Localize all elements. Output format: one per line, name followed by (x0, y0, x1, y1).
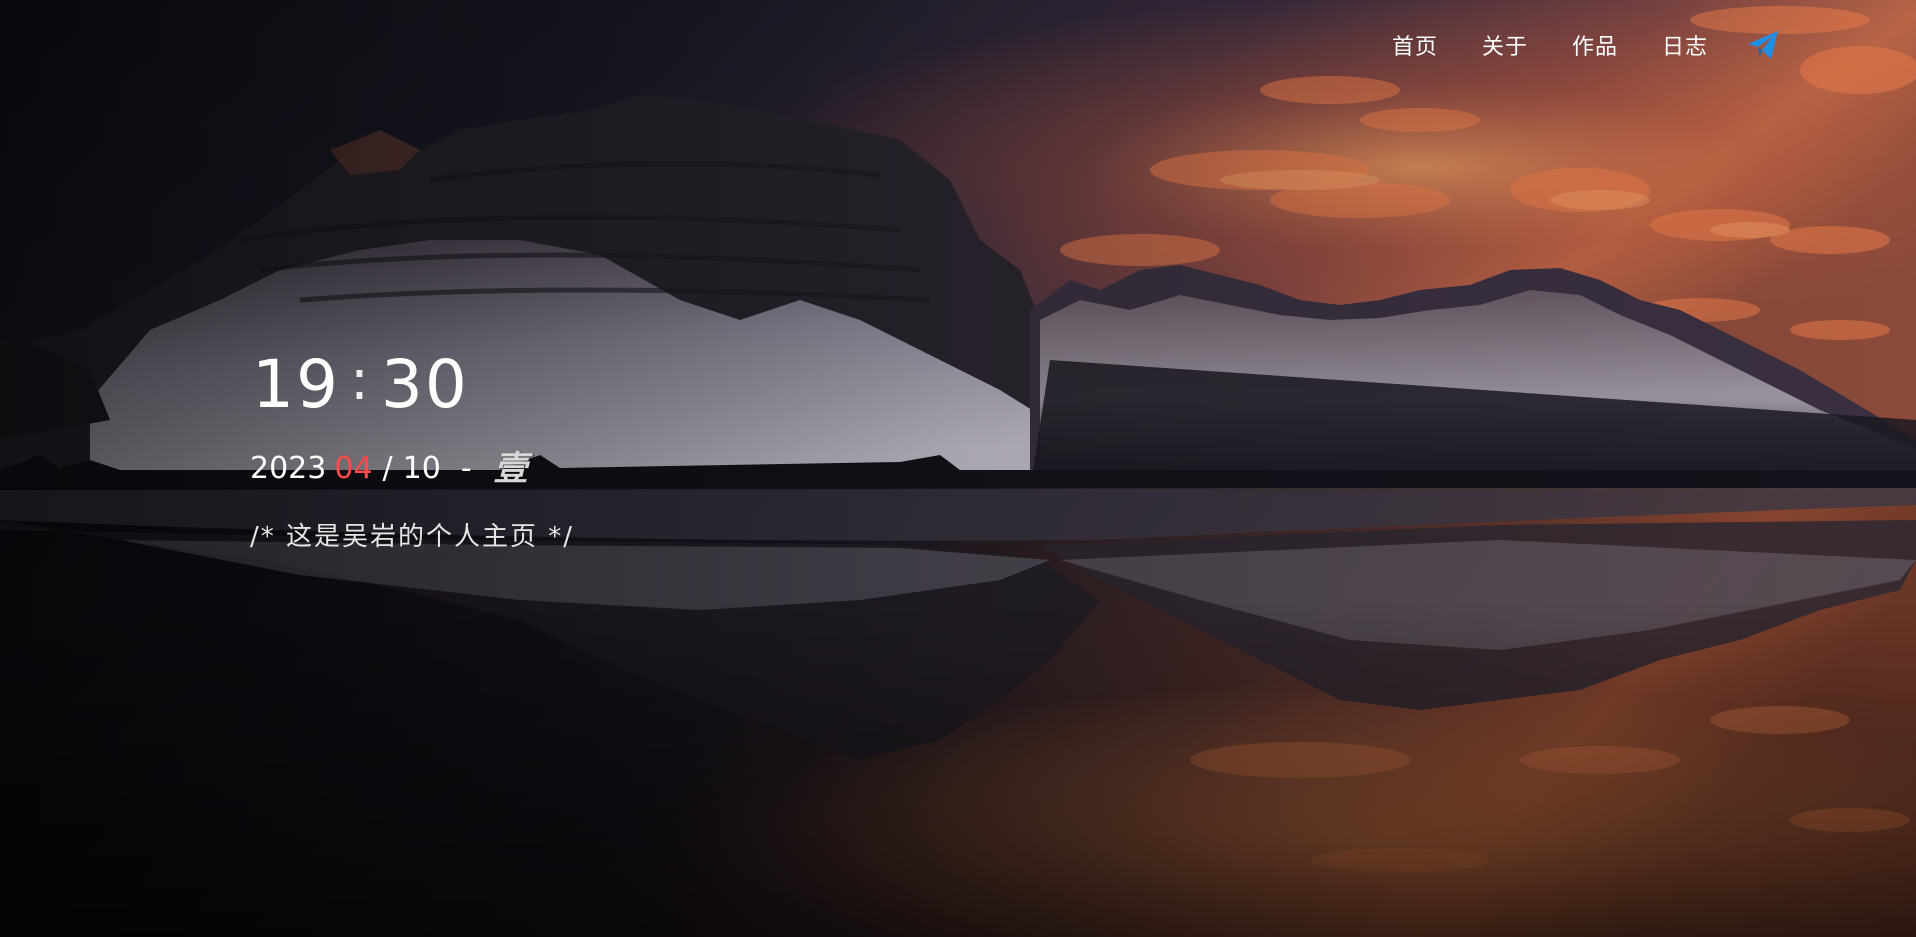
page: 首页 关于 作品 日志 19 : 30 2023 04 / 10 - 壹 /* … (0, 0, 1916, 937)
clock-hours: 19 (252, 346, 340, 423)
clock: 19 : 30 (252, 352, 469, 418)
nav-item-about[interactable]: 关于 (1482, 29, 1528, 61)
nav-item-blog[interactable]: 日志 (1662, 29, 1708, 61)
page-motto: /* 这是吴岩的个人主页 */ (250, 522, 575, 552)
nav-item-works[interactable]: 作品 (1572, 29, 1618, 61)
date-day: 10 (402, 451, 441, 486)
date-slash: / (382, 451, 393, 486)
top-nav: 首页 关于 作品 日志 (1392, 28, 1780, 62)
date-year: 2023 (250, 451, 327, 486)
nav-item-home[interactable]: 首页 (1392, 29, 1438, 61)
date-month: 04 (334, 451, 373, 486)
date-dash: - (460, 451, 472, 486)
clock-separator: : (349, 348, 371, 413)
date-weekday: 壹 (493, 449, 528, 489)
clock-minutes: 30 (380, 346, 469, 423)
date-line: 2023 04 / 10 - 壹 (250, 452, 528, 486)
paper-plane-icon[interactable] (1746, 28, 1780, 62)
